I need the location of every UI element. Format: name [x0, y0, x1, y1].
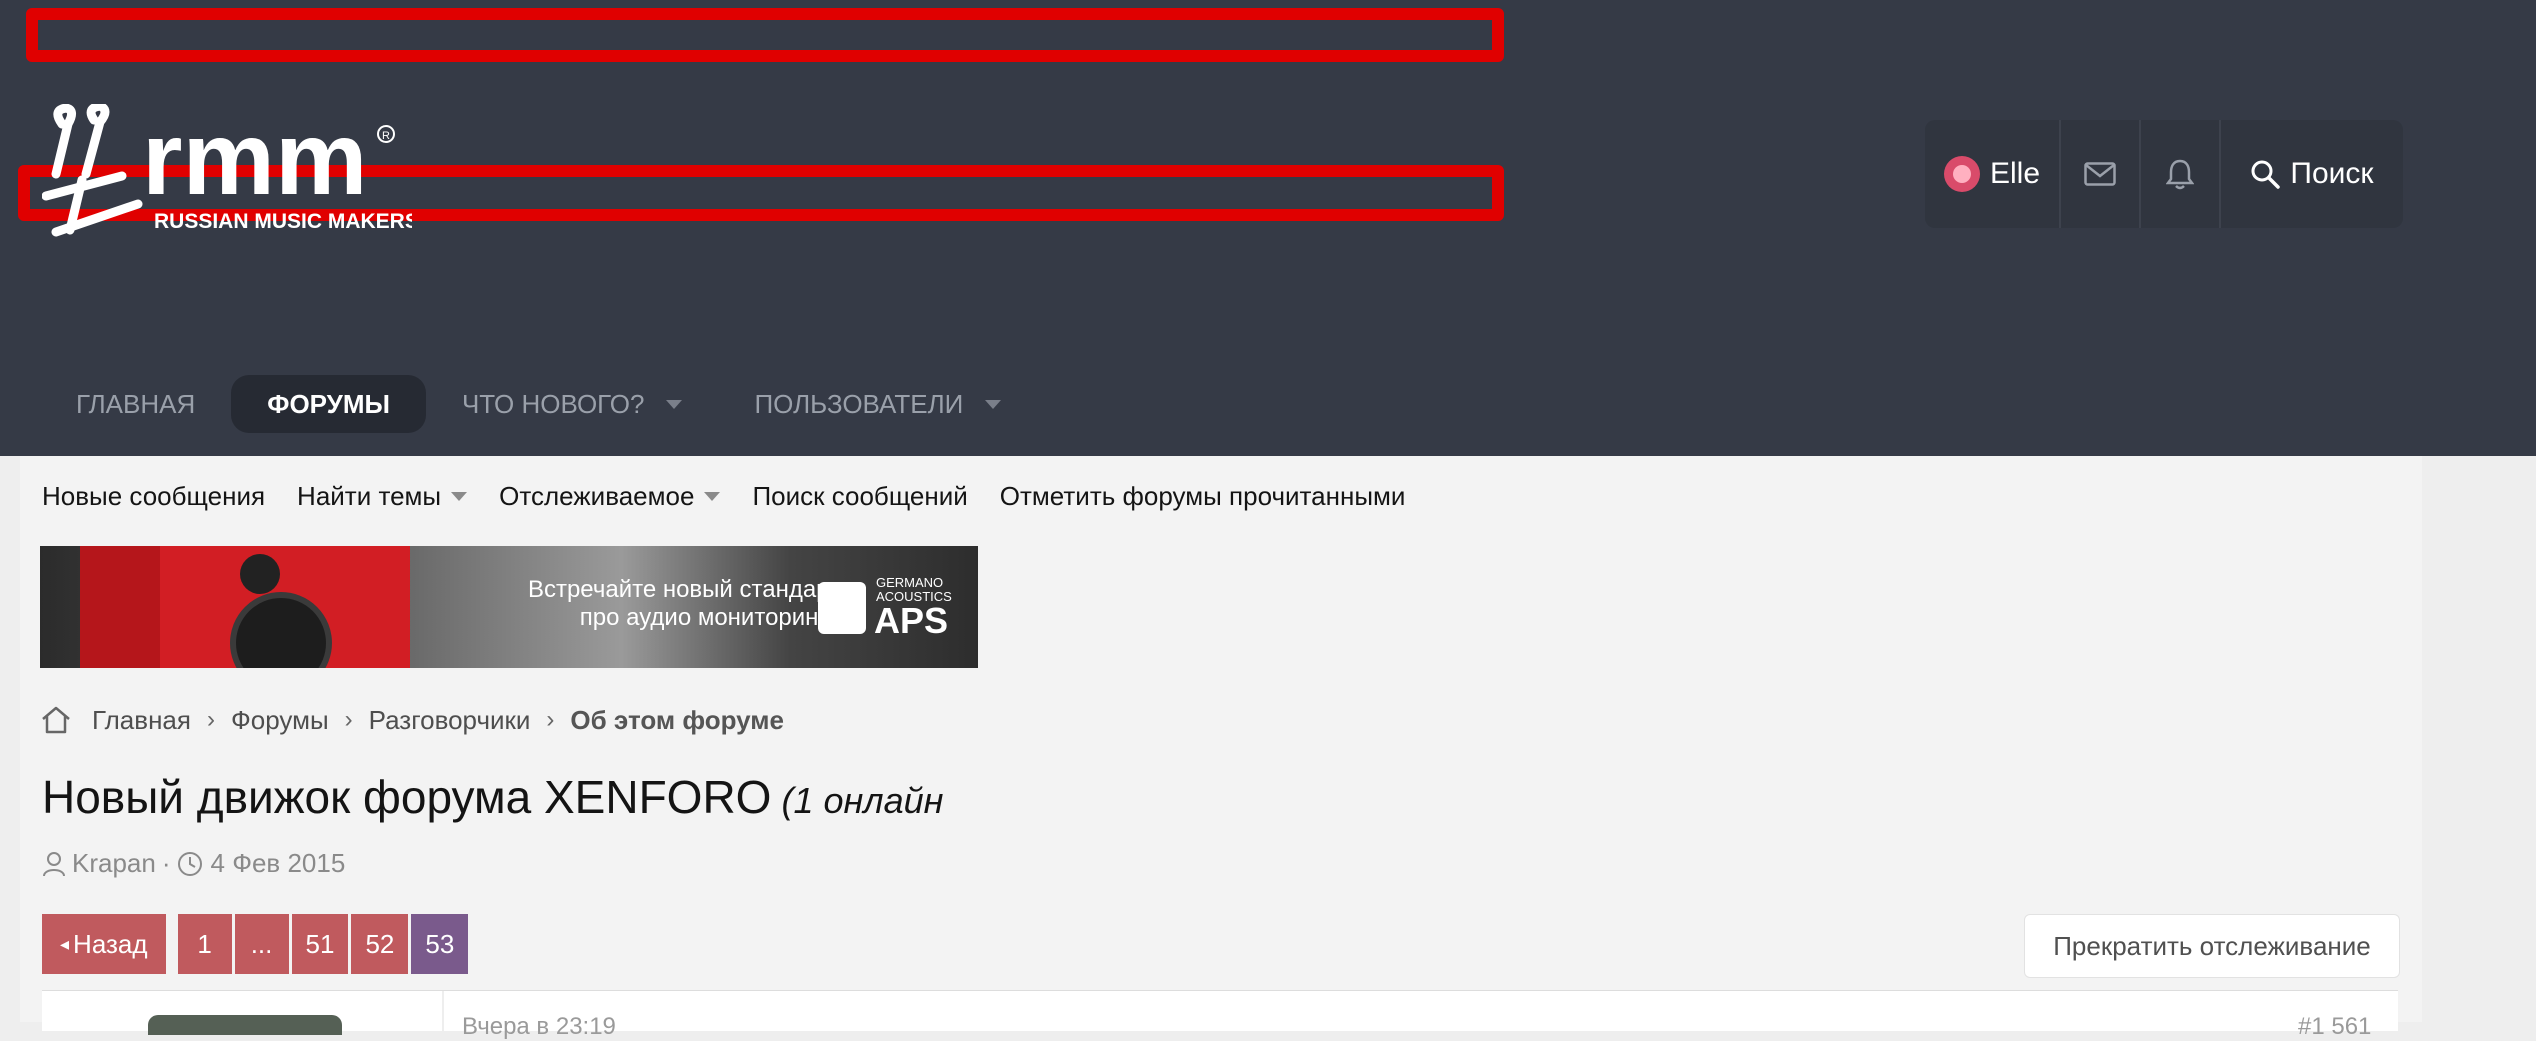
speaker-woofer	[230, 592, 332, 668]
breadcrumb-current[interactable]: Об этом форуме	[570, 705, 784, 736]
post-number[interactable]: #1 561	[2298, 1013, 2371, 1041]
meta-separator: ·	[161, 848, 171, 878]
aps-logo-mark	[818, 582, 866, 634]
tab-forums-label: ФОРУМЫ	[267, 388, 390, 419]
bell-icon	[2166, 159, 2194, 190]
page-jump[interactable]: ...	[234, 914, 289, 974]
subnav-new-posts[interactable]: Новые сообщения	[42, 481, 265, 512]
envelope-icon	[2084, 162, 2116, 186]
chevron-right-icon: ›	[546, 706, 555, 733]
page-link-current[interactable]: 53	[411, 914, 469, 974]
subnav-mark-read[interactable]: Отметить форумы прочитанными	[1000, 481, 1406, 512]
subnav-search-posts-label: Поиск сообщений	[752, 480, 968, 511]
subnav-mark-read-label: Отметить форумы прочитанными	[999, 480, 1406, 511]
subnav-watched-label: Отслеживаемое	[499, 480, 695, 511]
ad-banner[interactable]: Встречайте новый стандарт про аудио мони…	[40, 546, 978, 668]
online-count: (1 онлайн	[781, 780, 944, 821]
logo-tagline: RUSSIAN MUSIC MAKERS	[154, 210, 412, 233]
user-navigation: Elle Поиск	[1925, 120, 2403, 228]
prev-page-button[interactable]: ◂ Назад	[42, 914, 166, 974]
search-icon	[2251, 160, 2281, 189]
chevron-down-icon[interactable]	[666, 399, 683, 409]
avatar	[1943, 156, 1980, 192]
user-account-link[interactable]: Elle	[1925, 120, 2061, 228]
username-label: Elle	[1989, 157, 2041, 190]
chevron-right-icon: ›	[344, 706, 353, 733]
main-nav-tabs: ГЛАВНАЯ ФОРУМЫ ЧТО НОВОГО? ПОЛЬЗОВАТЕЛИ	[40, 372, 1037, 436]
tab-whats-new-label: ЧТО НОВОГО?	[461, 388, 645, 419]
search-label: Поиск	[2290, 157, 2374, 190]
rmm-logo-icon: rmm R RUSSIAN MUSIC MAKERS	[42, 104, 412, 237]
subnav-search-posts[interactable]: Поиск сообщений	[752, 481, 967, 512]
thread-meta: Krapan · 4 Фев 2015	[42, 848, 345, 879]
speaker-tweeter	[240, 554, 280, 594]
clock-icon	[177, 851, 202, 876]
page-link[interactable]: 1	[177, 914, 232, 974]
avatar[interactable]	[148, 1015, 342, 1035]
breadcrumb-forums[interactable]: Форумы	[231, 705, 329, 736]
unwatch-button[interactable]: Прекратить отслеживание	[2024, 914, 2400, 978]
banner-line-1: Встречайте новый стандарт	[527, 576, 840, 603]
speaker-image	[160, 546, 410, 668]
rmm-logo[interactable]: rmm R RUSSIAN MUSIC MAKERS	[42, 104, 412, 244]
aps-brand-line-1: GERMANO	[876, 575, 944, 590]
subnav-new-posts-label: Новые сообщения	[42, 480, 266, 511]
tab-forums[interactable]: ФОРУМЫ	[231, 375, 426, 433]
tab-members-label: ПОЛЬЗОВАТЕЛИ	[754, 388, 964, 419]
chevron-left-icon: ◂	[60, 933, 70, 954]
home-icon[interactable]	[40, 705, 72, 735]
logo-wordmark: rmm	[142, 104, 367, 217]
post-preview: Вчера в 23:19 #1 561	[42, 990, 2398, 1040]
prev-page-label: Назад	[73, 928, 148, 959]
aps-logo: GERMANO ACOUSTICS APS	[818, 574, 978, 641]
banner-text: Встречайте новый стандарт про аудио мони…	[440, 576, 840, 632]
tab-members[interactable]: ПОЛЬЗОВАТЕЛИ	[718, 375, 1037, 433]
red-highlight-box-top	[26, 8, 1504, 62]
thread-date[interactable]: 4 Фев 2015	[211, 848, 346, 879]
svg-text:R: R	[382, 130, 390, 142]
thread-author[interactable]: Krapan	[72, 848, 156, 879]
alerts-button[interactable]	[2141, 120, 2221, 228]
banner-line-2: про аудио мониторинга	[579, 604, 840, 631]
thread-title: Новый движок форума XENFORO	[42, 771, 772, 823]
chevron-down-icon[interactable]	[451, 491, 468, 501]
breadcrumb: Главная › Форумы › Разговорчики › Об это…	[40, 700, 784, 740]
page-title: Новый движок форума XENFORO (1 онлайн	[42, 770, 943, 824]
sub-navigation: Новые сообщения Найти темы Отслеживаемое…	[42, 474, 1437, 518]
speaker-image-side	[80, 546, 170, 668]
tab-home-label: ГЛАВНАЯ	[76, 388, 196, 419]
subnav-watched[interactable]: Отслеживаемое	[499, 480, 721, 512]
tab-whats-new[interactable]: ЧТО НОВОГО?	[426, 375, 719, 433]
page-link[interactable]: 52	[351, 914, 409, 974]
chevron-down-icon[interactable]	[704, 491, 721, 501]
conversations-button[interactable]	[2061, 120, 2141, 228]
tab-home[interactable]: ГЛАВНАЯ	[40, 375, 231, 433]
post-date[interactable]: Вчера в 23:19	[462, 1013, 616, 1041]
aps-brand-big: APS	[874, 600, 949, 641]
chevron-right-icon: ›	[206, 706, 215, 733]
breadcrumb-home[interactable]: Главная	[92, 705, 191, 736]
subnav-find-threads-label: Найти темы	[297, 480, 442, 511]
pagination: ◂ Назад 1 ... 51 52 53	[42, 914, 471, 974]
page-link[interactable]: 51	[291, 914, 349, 974]
breadcrumb-section[interactable]: Разговорчики	[369, 705, 531, 736]
user-icon	[43, 851, 65, 876]
subnav-find-threads[interactable]: Найти темы	[297, 480, 468, 512]
chevron-down-icon[interactable]	[985, 399, 1002, 409]
search-button[interactable]: Поиск	[2221, 120, 2403, 228]
